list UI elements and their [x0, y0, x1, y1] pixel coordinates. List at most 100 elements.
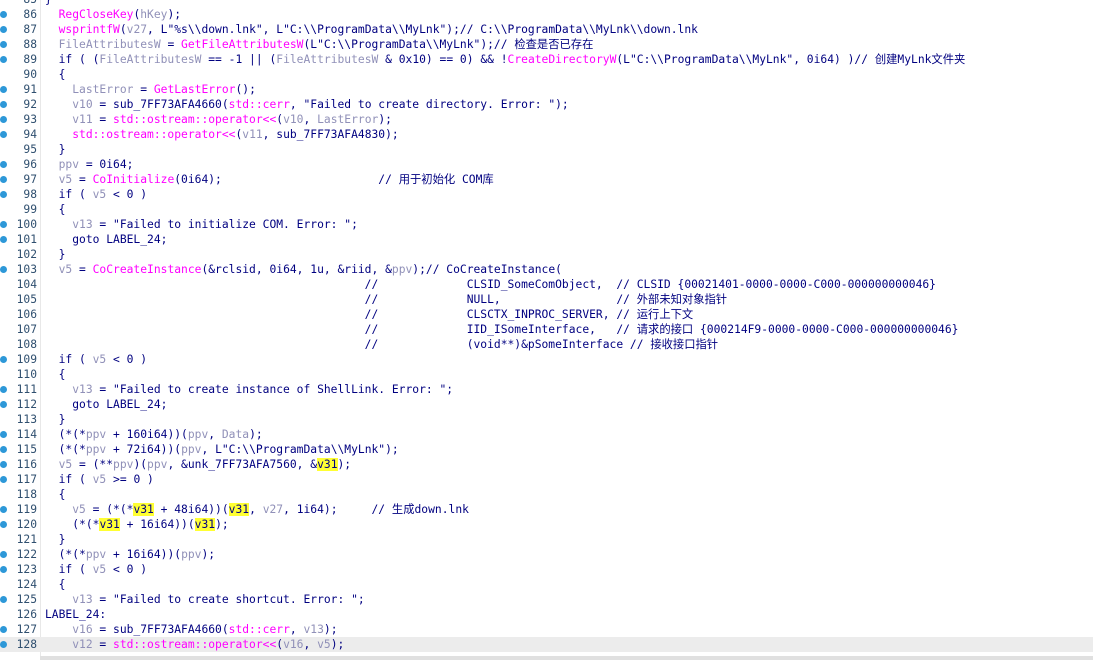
code-line[interactable]: 124 { — [0, 577, 1093, 592]
variable-token[interactable]: v11 — [72, 113, 92, 126]
code-line[interactable]: 98 if ( v5 < 0 ) — [0, 187, 1093, 202]
code-token[interactable]: , sub_7FF73AFA4830); — [263, 128, 399, 141]
code-line[interactable]: 86 RegCloseKey(hKey); — [0, 7, 1093, 22]
code-token[interactable]: = — [133, 83, 153, 96]
code-token[interactable]: { — [59, 68, 66, 81]
code-line[interactable]: 88 FileAttributesW = GetFileAttributesW(… — [0, 37, 1093, 52]
code-token[interactable]: (*(* — [72, 518, 99, 531]
code-text[interactable]: } — [45, 0, 52, 7]
code-token[interactable]: (); — [235, 83, 255, 96]
code-text[interactable]: v5 = CoCreateInstance(&rclsid, 0i64, 1u,… — [45, 262, 562, 277]
code-token[interactable]: if ( — [59, 563, 93, 576]
variable-token[interactable]: v16 — [283, 638, 303, 651]
code-line[interactable]: 93 v11 = std::ostream::operator<<(v10, L… — [0, 112, 1093, 127]
code-line[interactable]: 118 { — [0, 487, 1093, 502]
code-token[interactable]: (*(* — [59, 443, 86, 456]
code-text[interactable]: v13 = "Failed to initialize COM. Error: … — [45, 217, 358, 232]
code-line[interactable]: 123 if ( v5 < 0 ) — [0, 562, 1093, 577]
code-token[interactable]: , "Failed to create directory. Error: ")… — [290, 98, 569, 111]
code-text[interactable]: // CLSCTX_INPROC_SERVER, // 运行上下文 — [45, 307, 694, 322]
code-text[interactable]: (*(*ppv + 160i64))(ppv, Data); — [45, 427, 263, 442]
code-text[interactable]: if ( v5 < 0 ) — [45, 352, 147, 367]
code-line[interactable]: 96 ppv = 0i64; — [0, 157, 1093, 172]
code-line[interactable]: 109 if ( v5 < 0 ) — [0, 352, 1093, 367]
code-line[interactable]: 112 goto LABEL_24; — [0, 397, 1093, 412]
code-text[interactable]: (*(*ppv + 72i64))(ppv, L"C:\\ProgramData… — [45, 442, 399, 457]
code-token[interactable]: ); — [201, 548, 215, 561]
variable-token[interactable]: ppv — [181, 548, 201, 561]
code-token[interactable]: ); — [331, 638, 345, 651]
variable-token[interactable]: ppv — [59, 158, 79, 171]
code-token[interactable]: { — [59, 203, 66, 216]
function-token[interactable]: RegCloseKey — [59, 8, 134, 21]
code-text[interactable]: LABEL_24: — [45, 607, 106, 622]
code-text[interactable]: v5 = (**ppv)(ppv, &unk_7FF73AFA7560, &v3… — [45, 457, 351, 472]
code-token[interactable]: } — [59, 533, 66, 546]
code-token[interactable]: // CLSCTX_INPROC_SERVER, // 运行上下文 — [365, 308, 694, 321]
variable-token[interactable]: FileAttributesW — [276, 53, 378, 66]
code-text[interactable]: } — [45, 247, 66, 262]
variable-token[interactable]: v10 — [283, 113, 303, 126]
code-token[interactable]: if ( — [59, 188, 93, 201]
pseudocode-editor[interactable]: 85}86 RegCloseKey(hKey);87 wsprintfW(v27… — [0, 0, 1093, 652]
code-token[interactable]: , L"%s\\down.lnk", L"C:\\ProgramData\\My… — [147, 23, 698, 36]
function-token[interactable]: CoInitialize — [93, 173, 175, 186]
code-token[interactable]: } — [45, 0, 52, 6]
code-text[interactable]: FileAttributesW = GetFileAttributesW(L"C… — [45, 37, 594, 52]
function-token[interactable]: wsprintfW — [59, 23, 120, 36]
variable-token[interactable]: v13 — [303, 623, 323, 636]
code-line[interactable]: 111 v13 = "Failed to create instance of … — [0, 382, 1093, 397]
code-text[interactable]: } — [45, 142, 66, 157]
code-token[interactable]: & 0x10) == 0) && ! — [378, 53, 507, 66]
variable-token[interactable]: v27 — [263, 503, 283, 516]
code-token[interactable]: = 0i64; — [79, 158, 134, 171]
code-token[interactable]: // CLSID_SomeComObject, // CLSID {000214… — [365, 278, 936, 291]
code-token[interactable]: , — [208, 428, 222, 441]
variable-token[interactable]: v5 — [317, 638, 331, 651]
code-line[interactable]: 87 wsprintfW(v27, L"%s\\down.lnk", L"C:\… — [0, 22, 1093, 37]
code-token[interactable]: = — [93, 638, 113, 651]
code-line[interactable]: 110 { — [0, 367, 1093, 382]
code-text[interactable]: v10 = sub_7FF73AFA4660(std::cerr, "Faile… — [45, 97, 569, 112]
variable-token[interactable]: v5 — [59, 263, 73, 276]
code-text[interactable]: ppv = 0i64; — [45, 157, 134, 172]
code-token[interactable]: } — [59, 143, 66, 156]
variable-token[interactable]: v5 — [59, 173, 73, 186]
code-token[interactable]: , — [303, 113, 317, 126]
function-token[interactable]: GetFileAttributesW — [181, 38, 303, 51]
code-text[interactable]: v5 = CoInitialize(0i64); // 用于初始化 COM库 — [45, 172, 494, 187]
code-text[interactable]: // (void**)&pSomeInterface // 接收接口指针 — [45, 337, 718, 352]
code-token[interactable]: (L"C:\\ProgramData\\MyLnk");// 检查是否已存在 — [303, 38, 593, 51]
variable-token[interactable]: ppv — [86, 443, 106, 456]
variable-token[interactable]: v5 — [59, 458, 73, 471]
code-token[interactable]: == -1 || ( — [201, 53, 276, 66]
function-token[interactable]: CreateDirectoryW — [508, 53, 617, 66]
code-text[interactable]: v12 = std::ostream::operator<<(v16, v5); — [45, 637, 344, 652]
highlighted-token[interactable]: v31 — [99, 518, 120, 531]
code-token[interactable]: + 16i64))( — [120, 518, 195, 531]
code-token[interactable]: } — [59, 248, 66, 261]
code-text[interactable]: } — [45, 532, 66, 547]
code-line[interactable]: 99 { — [0, 202, 1093, 217]
code-line[interactable]: 85} — [0, 0, 1093, 7]
highlighted-token[interactable]: v31 — [133, 503, 154, 516]
variable-token[interactable]: LastError — [72, 83, 133, 96]
code-token[interactable]: ); — [215, 518, 229, 531]
variable-token[interactable]: v12 — [72, 638, 92, 651]
code-text[interactable]: { — [45, 202, 66, 217]
code-line[interactable]: 107 // IID_ISomeInterface, // 请求的接口 {000… — [0, 322, 1093, 337]
variable-token[interactable]: ppv — [392, 263, 412, 276]
horizontal-scrollbar[interactable] — [40, 656, 1093, 660]
code-token[interactable]: { — [59, 488, 66, 501]
code-token[interactable]: goto LABEL_24; — [72, 398, 167, 411]
code-token[interactable]: = sub_7FF73AFA4660( — [93, 98, 228, 111]
code-token[interactable]: = "Failed to initialize COM. Error: "; — [93, 218, 357, 231]
code-token[interactable]: } — [59, 413, 66, 426]
code-text[interactable]: (*(*v31 + 16i64))(v31); — [45, 517, 229, 532]
variable-token[interactable]: v5 — [72, 503, 86, 516]
code-token[interactable]: ); — [338, 458, 352, 471]
code-token[interactable]: < 0 ) — [106, 188, 147, 201]
code-line[interactable]: 105 // NULL, // 外部未知对象指针 — [0, 292, 1093, 307]
variable-token[interactable]: LastError — [317, 113, 378, 126]
code-token[interactable]: < 0 ) — [106, 563, 147, 576]
